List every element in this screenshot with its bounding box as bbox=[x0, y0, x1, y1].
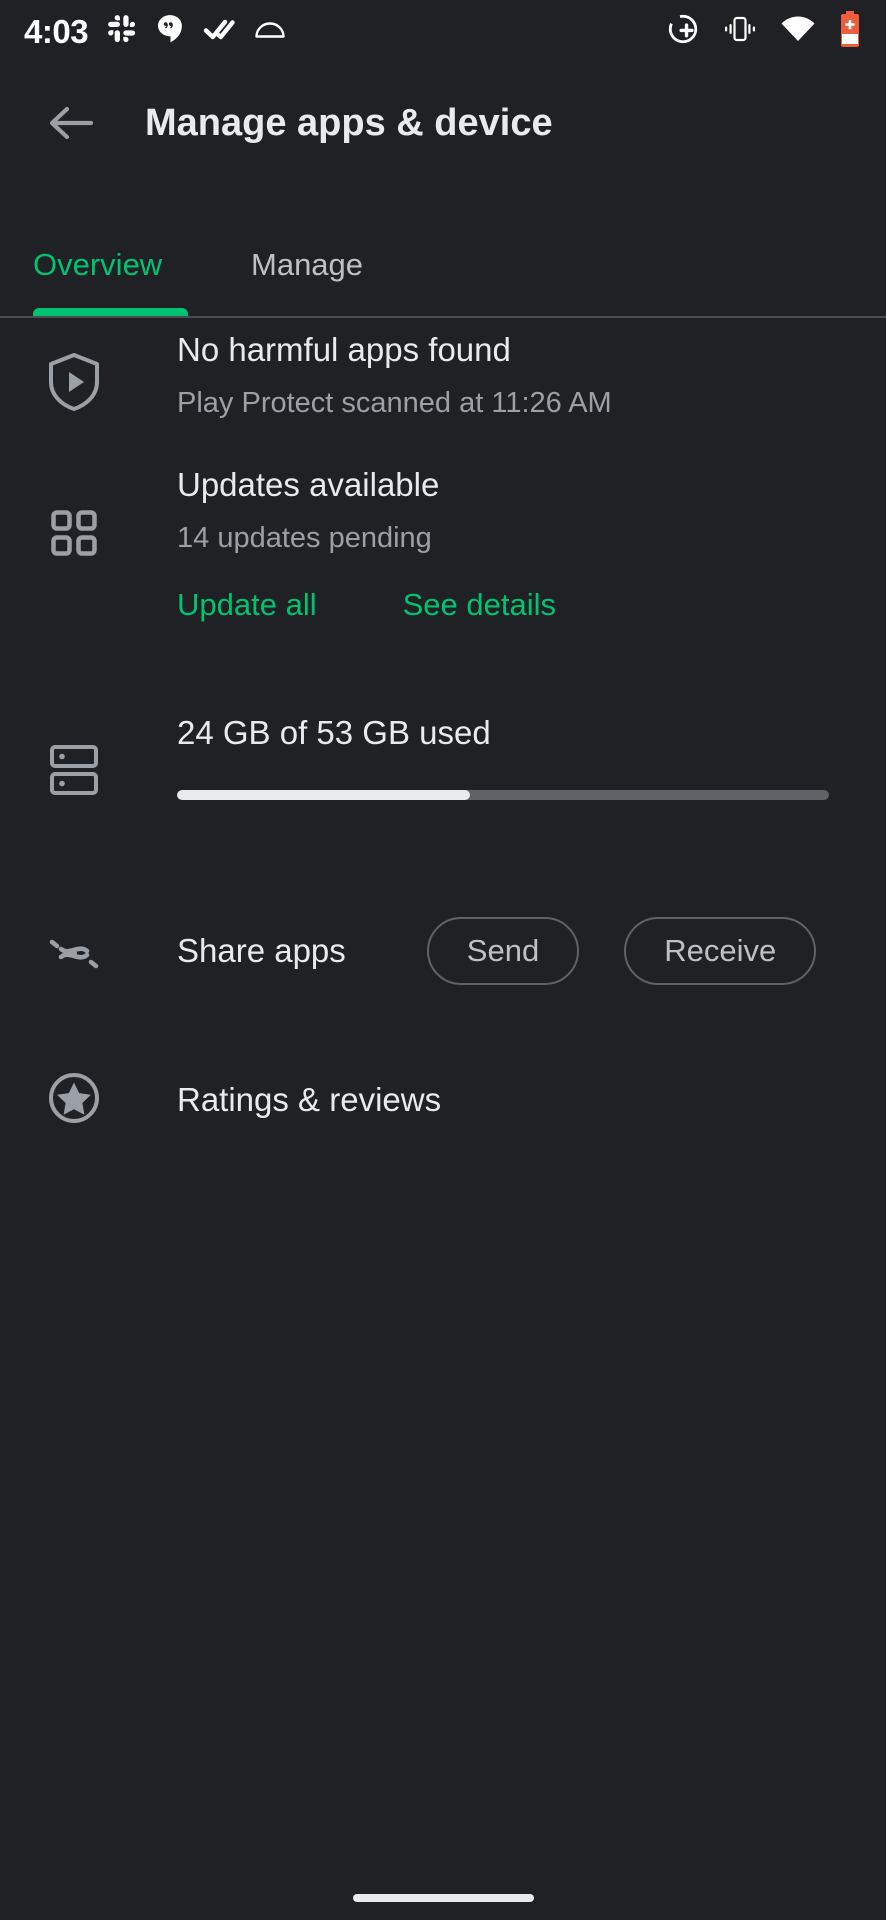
location-add-icon bbox=[666, 12, 700, 51]
nearby-share-icon bbox=[46, 931, 102, 975]
updates-subtitle: 14 updates pending bbox=[177, 522, 432, 555]
play-protect-subtitle: Play Protect scanned at 11:26 AM bbox=[177, 387, 612, 420]
share-apps-label: Share apps bbox=[177, 932, 346, 969]
receive-button[interactable]: Receive bbox=[624, 917, 817, 985]
tab-manage[interactable]: Manage bbox=[251, 215, 363, 315]
home-gesture-bar[interactable] bbox=[353, 1894, 534, 1902]
storage-progress-fill bbox=[177, 790, 471, 801]
tab-overview[interactable]: Overview bbox=[33, 215, 162, 315]
apps-grid-icon bbox=[46, 509, 102, 557]
update-all-button[interactable]: Update all bbox=[177, 587, 317, 623]
status-bar: 4:03 bbox=[0, 0, 886, 62]
updates-title: Updates available bbox=[177, 466, 440, 503]
back-arrow-icon bbox=[49, 106, 94, 140]
checkmark-icon bbox=[203, 15, 235, 48]
page-title: Manage apps & device bbox=[145, 101, 553, 144]
storage-progress-track bbox=[177, 790, 829, 801]
wifi-icon bbox=[780, 15, 816, 48]
slack-icon bbox=[107, 14, 137, 49]
dome-icon bbox=[254, 16, 286, 47]
overview-content: No harmful apps found Play Protect scann… bbox=[0, 322, 886, 1169]
back-button[interactable] bbox=[36, 88, 106, 158]
star-circle-icon bbox=[46, 1071, 102, 1125]
shield-play-icon bbox=[46, 352, 102, 412]
tab-overview-label: Overview bbox=[33, 247, 163, 282]
share-apps-row: Share apps Send Receive bbox=[0, 887, 886, 1029]
updates-text: Updates available 14 updates pending bbox=[177, 466, 440, 555]
app-bar: Manage apps & device bbox=[0, 62, 886, 184]
storage-icon bbox=[46, 743, 102, 797]
app-screen: 4:03 Manage apps & device Overview Manag… bbox=[0, 0, 886, 1920]
vibrate-icon bbox=[722, 15, 758, 48]
status-bar-clock: 4:03 bbox=[24, 12, 89, 50]
play-protect-row[interactable]: No harmful apps found Play Protect scann… bbox=[0, 322, 886, 467]
play-protect-title: No harmful apps found bbox=[177, 331, 511, 368]
ratings-reviews-row[interactable]: Ratings & reviews bbox=[0, 1029, 886, 1169]
see-details-button[interactable]: See details bbox=[403, 587, 556, 623]
status-bar-left: 4:03 bbox=[24, 14, 286, 49]
storage-row[interactable]: 24 GB of 53 GB used bbox=[0, 697, 886, 887]
ratings-reviews-label: Ratings & reviews bbox=[177, 1081, 442, 1118]
tab-manage-label: Manage bbox=[251, 247, 364, 282]
chat-bubble-icon bbox=[156, 14, 184, 49]
tab-bar: Overview Manage bbox=[0, 215, 886, 320]
battery-saver-icon bbox=[838, 10, 862, 52]
updates-actions: Update all See details bbox=[177, 587, 556, 623]
status-bar-right bbox=[666, 10, 862, 52]
storage-title: 24 GB of 53 GB used bbox=[177, 714, 491, 751]
tab-divider bbox=[0, 316, 886, 318]
storage-body: 24 GB of 53 GB used bbox=[177, 714, 837, 801]
send-button[interactable]: Send bbox=[426, 917, 580, 985]
share-apps-line: Share apps Send Receive bbox=[177, 917, 817, 985]
play-protect-text: No harmful apps found Play Protect scann… bbox=[177, 331, 612, 420]
updates-row[interactable]: Updates available 14 updates pending Upd… bbox=[0, 466, 886, 697]
